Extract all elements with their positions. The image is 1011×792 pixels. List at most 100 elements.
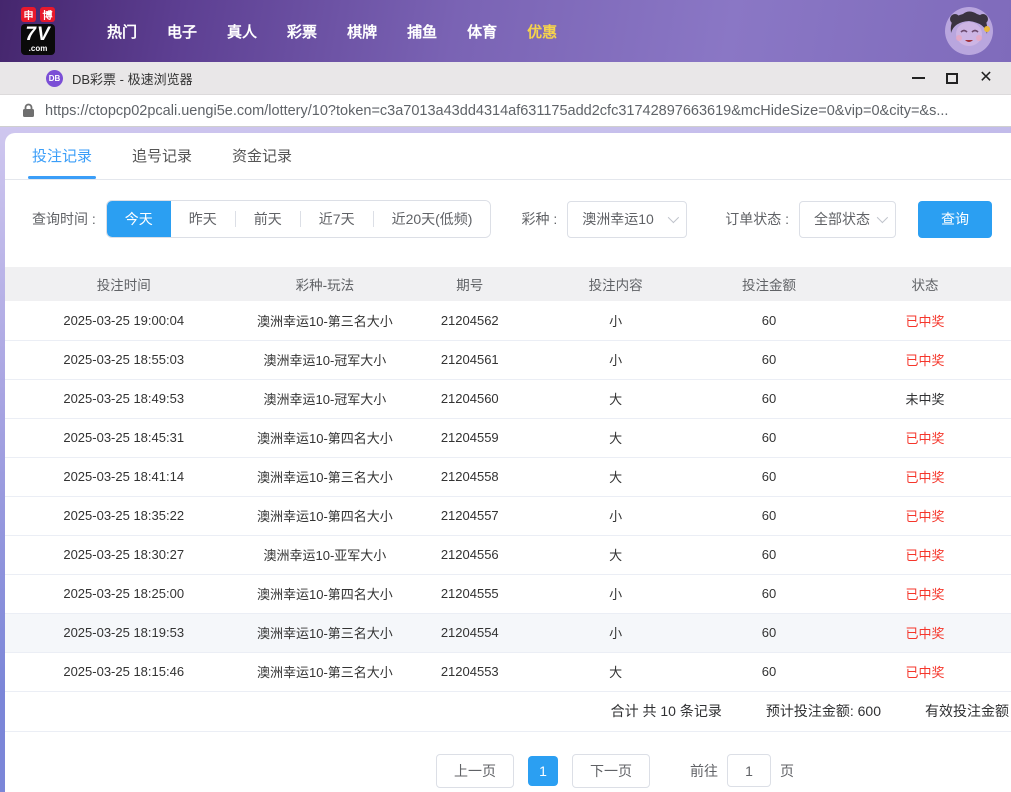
table-row[interactable]: 2025-03-25 18:41:14 澳洲幸运10-第三名大小 2120455… — [5, 457, 1011, 497]
lottery-select[interactable]: 澳洲幸运10 — [567, 200, 688, 238]
nav-item-hot[interactable]: 热门 — [107, 11, 137, 52]
maximize-icon — [946, 72, 958, 84]
status-select-value: 全部状态 — [814, 211, 871, 227]
header-issue: 期号 — [407, 267, 533, 301]
logo-tile: 7V .com — [21, 24, 55, 55]
bet-amount-cell: 60 — [699, 652, 839, 692]
issue-cell: 21204553 — [407, 652, 533, 692]
status-cell: 已中奖 — [838, 457, 1011, 497]
table-row[interactable]: 2025-03-25 18:25:00 澳洲幸运10-第四名大小 2120455… — [5, 574, 1011, 614]
nav-item-slots[interactable]: 电子 — [167, 11, 197, 52]
time-option-today[interactable]: 今天 — [106, 201, 171, 237]
game-play-cell: 澳洲幸运10-第三名大小 — [242, 652, 408, 692]
bet-time-cell: 2025-03-25 18:41:14 — [5, 457, 243, 497]
close-button[interactable]: ✕ — [969, 65, 1003, 91]
nav-menu: 热门 电子 真人 彩票 棋牌 捕鱼 体育 优惠 — [92, 11, 572, 52]
bet-amount-cell: 60 — [699, 496, 839, 536]
bet-content-cell: 小 — [532, 301, 700, 341]
time-range-group: 今天 昨天 前天 近7天 近20天(低频) — [105, 200, 492, 238]
logo-main-text: 7V — [25, 24, 51, 45]
tab-chase-records[interactable]: 追号记录 — [132, 133, 192, 179]
goto-page-input[interactable] — [727, 754, 771, 787]
nav-item-lottery[interactable]: 彩票 — [287, 11, 317, 52]
nav-item-sports[interactable]: 体育 — [467, 11, 497, 52]
bet-content-cell: 大 — [532, 652, 700, 692]
issue-cell: 21204562 — [407, 301, 533, 341]
brand-logo[interactable]: 申 博 7V .com — [12, 7, 64, 55]
time-option-7days[interactable]: 近7天 — [300, 201, 373, 237]
bet-amount-cell: 60 — [699, 418, 839, 458]
bet-time-cell: 2025-03-25 18:25:00 — [5, 574, 243, 614]
browser-titlebar: DB DB彩票 - 极速浏览器 ✕ — [0, 62, 1011, 95]
bet-time-cell: 2025-03-25 18:30:27 — [5, 535, 243, 575]
nav-item-live[interactable]: 真人 — [227, 11, 257, 52]
game-play-cell: 澳洲幸运10-冠军大小 — [242, 340, 408, 380]
bet-time-cell: 2025-03-25 18:45:31 — [5, 418, 243, 458]
prev-page-button[interactable]: 上一页 — [436, 753, 514, 788]
bet-records-table: 投注时间 彩种-玩法 期号 投注内容 投注金额 状态 2025-03-25 19… — [5, 267, 1011, 692]
bet-time-cell: 2025-03-25 18:19:53 — [5, 613, 243, 653]
time-option-20days[interactable]: 近20天(低频) — [373, 201, 491, 237]
chevron-down-icon — [668, 211, 680, 224]
current-page-button[interactable]: 1 — [528, 755, 558, 786]
time-option-yesterday[interactable]: 昨天 — [170, 201, 235, 237]
game-play-cell: 澳洲幸运10-第三名大小 — [242, 457, 408, 497]
goto-label: 前往 — [690, 762, 718, 779]
table-row[interactable]: 2025-03-25 18:19:53 澳洲幸运10-第三名大小 2120455… — [5, 613, 1011, 653]
logo-badges: 申 博 — [21, 7, 55, 22]
table-row[interactable]: 2025-03-25 18:49:53 澳洲幸运10-冠军大小 21204560… — [5, 379, 1011, 419]
next-page-button[interactable]: 下一页 — [572, 753, 650, 788]
bet-time-cell: 2025-03-25 18:15:46 — [5, 652, 243, 692]
avatar-image — [945, 7, 993, 55]
nav-item-fishing[interactable]: 捕鱼 — [407, 11, 437, 52]
issue-cell: 21204561 — [407, 340, 533, 380]
goto-page-group: 前往 页 — [690, 754, 794, 787]
status-cell: 已中奖 — [838, 535, 1011, 575]
bet-amount-cell: 60 — [699, 613, 839, 653]
bet-content-cell: 小 — [532, 340, 700, 380]
nav-item-promo[interactable]: 优惠 — [527, 11, 557, 52]
game-play-cell: 澳洲幸运10-亚军大小 — [242, 535, 408, 575]
bet-amount-cell: 60 — [699, 301, 839, 341]
table-row[interactable]: 2025-03-25 18:30:27 澳洲幸运10-亚军大小 21204556… — [5, 535, 1011, 575]
table-row[interactable]: 2025-03-25 18:45:31 澳洲幸运10-第四名大小 2120455… — [5, 418, 1011, 458]
table-row[interactable]: 2025-03-25 19:00:04 澳洲幸运10-第三名大小 2120456… — [5, 301, 1011, 341]
address-url[interactable]: https://ctopcp02pcali.uengi5e.com/lotter… — [45, 103, 948, 119]
bet-amount-cell: 60 — [699, 340, 839, 380]
game-play-cell: 澳洲幸运10-第四名大小 — [242, 418, 408, 458]
table-row[interactable]: 2025-03-25 18:15:46 澳洲幸运10-第三名大小 2120455… — [5, 652, 1011, 692]
table-row[interactable]: 2025-03-25 18:55:03 澳洲幸运10-冠军大小 21204561… — [5, 340, 1011, 380]
status-cell: 未中奖 — [838, 379, 1011, 419]
bet-content-cell: 大 — [532, 379, 700, 419]
minimize-button[interactable] — [901, 65, 935, 91]
time-option-daybefore[interactable]: 前天 — [235, 201, 300, 237]
maximize-button[interactable] — [935, 65, 969, 91]
chevron-down-icon — [876, 211, 889, 224]
lottery-select-value: 澳洲幸运10 — [582, 211, 654, 227]
order-status-select[interactable]: 全部状态 — [799, 200, 897, 238]
user-avatar[interactable] — [945, 7, 993, 55]
search-button[interactable]: 查询 — [918, 200, 993, 238]
pagination: 上一页 1 下一页 前往 页 — [112, 753, 1011, 788]
bet-content-cell: 大 — [532, 535, 700, 575]
bet-content-cell: 大 — [532, 418, 700, 458]
bet-content-cell: 小 — [532, 496, 700, 536]
bet-time-cell: 2025-03-25 18:35:22 — [5, 496, 243, 536]
game-play-cell: 澳洲幸运10-第三名大小 — [242, 613, 408, 653]
issue-cell: 21204557 — [407, 496, 533, 536]
issue-cell: 21204554 — [407, 613, 533, 653]
summary-total: 合计 共 10 条记录 — [610, 703, 722, 719]
tab-bet-records[interactable]: 投注记录 — [27, 133, 97, 179]
url-bar: https://ctopcp02pcali.uengi5e.com/lotter… — [0, 95, 1011, 127]
header-status: 状态 — [838, 267, 1011, 301]
bet-time-cell: 2025-03-25 18:55:03 — [5, 340, 243, 380]
table-header: 投注时间 彩种-玩法 期号 投注内容 投注金额 状态 — [5, 267, 1011, 301]
lock-icon — [22, 103, 35, 118]
status-cell: 已中奖 — [838, 496, 1011, 536]
nav-item-board[interactable]: 棋牌 — [347, 11, 377, 52]
logo-badge-2: 博 — [40, 7, 55, 22]
table-row[interactable]: 2025-03-25 18:35:22 澳洲幸运10-第四名大小 2120455… — [5, 496, 1011, 536]
issue-cell: 21204558 — [407, 457, 533, 497]
tab-fund-records[interactable]: 资金记录 — [232, 133, 292, 179]
bet-content-cell: 小 — [532, 574, 700, 614]
